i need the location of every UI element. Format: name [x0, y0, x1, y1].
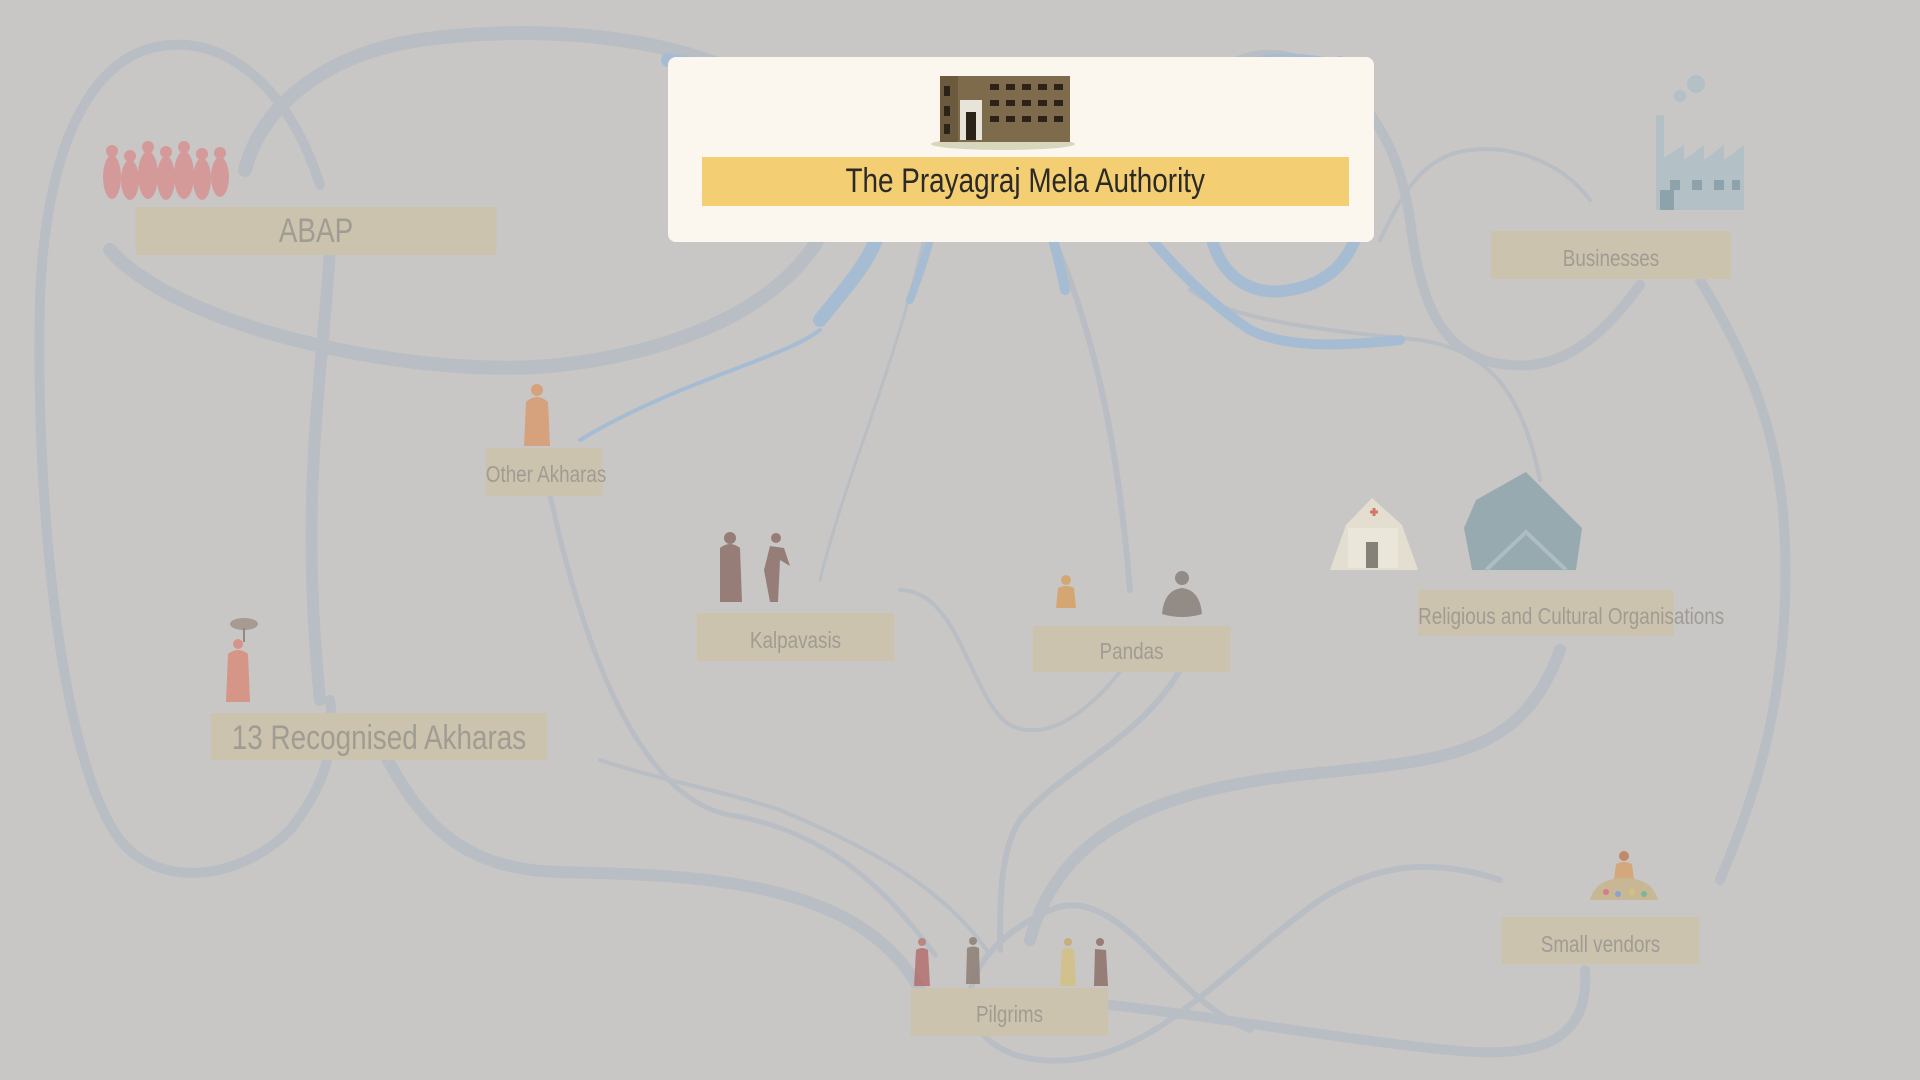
node-businesses-label: Businesses: [1562, 245, 1660, 271]
flow-pilgrims-left[interactable]: [598, 758, 992, 957]
kalpavasi-figures-icon: [720, 532, 790, 602]
node-other-akharas-label: Other Akharas: [485, 461, 607, 487]
node-religious-orgs-label: Religious and Cultural Organisations: [1418, 603, 1725, 629]
focus-node-label[interactable]: The Prayagraj Mela Authority: [702, 157, 1349, 206]
flow-recognised-to-pilgrims[interactable]: [379, 749, 926, 996]
node-small-vendors[interactable]: Small vendors: [1501, 917, 1700, 964]
flow-kalpavasis-up[interactable]: [818, 208, 932, 582]
focus-node-label-text: The Prayagraj Mela Authority: [845, 162, 1206, 200]
umbrella-sadhu-icon: [226, 618, 258, 702]
node-businesses[interactable]: Businesses: [1491, 231, 1731, 279]
government-building-icon: [931, 76, 1075, 150]
sadhu-group-icon: [103, 141, 229, 200]
pilgrims-icon: [914, 937, 1108, 986]
tent-and-clinic-icon: [1330, 472, 1582, 572]
flow-religious-to-pilgrims[interactable]: [1024, 644, 1566, 946]
sadhu-icon: [524, 384, 550, 446]
factory-icon: [1656, 75, 1744, 210]
flow-pandas-up[interactable]: [1037, 207, 1133, 593]
flow-businesses-to-vendors[interactable]: [1695, 275, 1791, 885]
node-pandas-label: Pandas: [1099, 638, 1164, 664]
flow-pma-to-otherakharas[interactable]: [578, 328, 822, 442]
flow-abap-down[interactable]: [305, 244, 336, 706]
node-recognised-akharas-label: 13 Recognised Akharas: [231, 719, 527, 757]
panda-priests-icon: [1056, 571, 1202, 617]
node-other-akharas[interactable]: Other Akharas: [485, 448, 606, 496]
node-pilgrims-label: Pilgrims: [975, 1001, 1044, 1027]
node-recognised-akharas[interactable]: 13 Recognised Akharas: [210, 713, 548, 760]
node-kalpavasis[interactable]: Kalpavasis: [696, 613, 895, 661]
node-pilgrims[interactable]: Pilgrims: [910, 988, 1109, 1036]
vendor-stall-icon: [1590, 851, 1658, 900]
node-pandas[interactable]: Pandas: [1032, 626, 1231, 672]
node-religious-orgs[interactable]: Religious and Cultural Organisations: [1418, 590, 1724, 636]
node-abap[interactable]: ABAP: [135, 207, 497, 255]
node-abap-label: ABAP: [278, 212, 354, 250]
diagram-canvas: The Prayagraj Mela Authority ABAP Busine…: [0, 0, 1920, 1080]
flow-religious-up[interactable]: [1188, 288, 1542, 482]
node-small-vendors-label: Small vendors: [1540, 931, 1661, 957]
node-kalpavasis-label: Kalpavasis: [749, 627, 842, 653]
